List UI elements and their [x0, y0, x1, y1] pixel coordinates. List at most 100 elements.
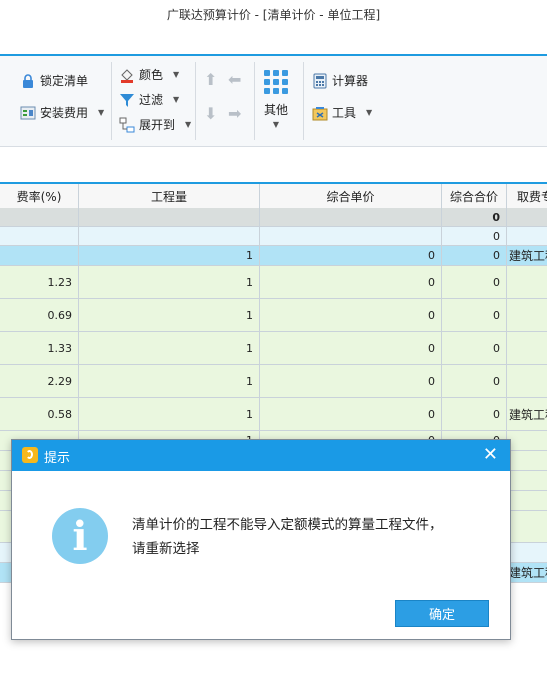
quantity-cell[interactable] [79, 208, 260, 226]
separator [111, 62, 112, 140]
fee-category-cell[interactable] [507, 431, 547, 450]
rate-cell[interactable]: 0.69 [0, 299, 79, 331]
install-fee-button[interactable]: 安装费用 ▼ [20, 104, 104, 121]
fee-category-cell[interactable] [507, 511, 547, 542]
total-cell[interactable]: 0 [442, 227, 507, 245]
rate-cell[interactable] [0, 246, 79, 265]
header-unit-price[interactable]: 综合单价 [260, 184, 442, 208]
move-left-icon[interactable]: ⬅ [228, 70, 241, 89]
rate-cell[interactable]: 1.33 [0, 332, 79, 364]
quantity-cell[interactable]: 1 [79, 365, 260, 397]
rate-cell[interactable] [0, 227, 79, 245]
alert-dialog: 提示 ✕ i 清单计价的工程不能导入定额模式的算量工程文件， 请重新选择 确定 [11, 439, 511, 640]
header-fee-category[interactable]: 取费专业 [507, 184, 547, 208]
fee-category-cell[interactable]: 建筑工程 [507, 563, 547, 582]
ribbon-toolbar: 锁定清单 安装费用 ▼ 颜色 ▼ 过滤 ▼ 展开到 ▼ ⬆ ⬅ ⬇ ➡ 其他 ▼… [0, 56, 547, 147]
fee-category-cell[interactable] [507, 543, 547, 562]
rate-cell[interactable]: 1.23 [0, 266, 79, 298]
dialog-message-line1: 清单计价的工程不能导入定额模式的算量工程文件， [132, 517, 443, 533]
table-row[interactable]: 0.69 1 0 0 [0, 299, 547, 332]
table-row[interactable]: 100建筑工程 [0, 246, 547, 266]
fee-category-cell[interactable] [507, 266, 547, 298]
table-row[interactable]: 1.23 1 0 0 [0, 266, 547, 299]
fee-category-cell[interactable]: 建筑工程 [507, 246, 547, 265]
move-right-icon[interactable]: ➡ [228, 104, 241, 123]
other-label: 其他 [263, 103, 288, 117]
table-row[interactable]: 1.33 1 0 0 [0, 332, 547, 365]
tree-expand-icon [119, 117, 135, 133]
window-title: 广联达预算计价 - [清单计价 - 单位工程] [166, 8, 381, 22]
expand-to-button[interactable]: 展开到 ▼ [119, 116, 191, 133]
unit-price-cell[interactable]: 0 [260, 398, 442, 430]
total-cell[interactable]: 0 [442, 332, 507, 364]
other-button[interactable]: 其他 ▼ [262, 68, 290, 129]
quantity-cell[interactable]: 1 [79, 246, 260, 265]
rate-cell[interactable]: 2.29 [0, 365, 79, 397]
table-row[interactable]: 2.29 1 0 0 [0, 365, 547, 398]
quantity-cell[interactable]: 1 [79, 266, 260, 298]
fee-category-cell[interactable]: 建筑工程 [507, 398, 547, 430]
move-down-icon[interactable]: ⬇ [204, 104, 217, 123]
grid-apps-icon [262, 68, 290, 99]
total-cell[interactable]: 0 [442, 398, 507, 430]
unit-price-cell[interactable]: 0 [260, 246, 442, 265]
fee-category-cell[interactable] [507, 471, 547, 490]
fee-category-cell[interactable] [507, 208, 547, 226]
total-cell[interactable]: 0 [442, 266, 507, 298]
unit-price-cell[interactable]: 0 [260, 332, 442, 364]
header-rate[interactable]: 费率(%) [0, 184, 79, 208]
move-up-icon[interactable]: ⬆ [204, 70, 217, 89]
filter-button[interactable]: 过滤 ▼ [119, 91, 179, 108]
fee-category-cell[interactable] [507, 365, 547, 397]
fee-category-cell[interactable] [507, 451, 547, 470]
chevron-down-icon: ▼ [272, 120, 280, 129]
dialog-titlebar: 提示 ✕ [12, 440, 510, 471]
filter-icon [119, 92, 135, 108]
rate-cell[interactable] [0, 208, 79, 226]
total-cell[interactable]: 0 [442, 299, 507, 331]
header-quantity[interactable]: 工程量 [79, 184, 260, 208]
separator [254, 62, 255, 140]
unit-price-cell[interactable] [260, 208, 442, 226]
chevron-down-icon: ▼ [185, 120, 192, 129]
table-row[interactable]: 0.58100建筑工程 [0, 398, 547, 431]
lock-list-button[interactable]: 锁定清单 [20, 72, 88, 89]
unit-price-cell[interactable]: 0 [260, 266, 442, 298]
unit-price-cell[interactable] [260, 227, 442, 245]
rate-cell[interactable]: 0.58 [0, 398, 79, 430]
install-fee-label: 安装费用 [40, 106, 89, 120]
paint-bucket-icon [119, 67, 135, 83]
ok-button[interactable]: 确定 [395, 600, 489, 627]
close-icon[interactable]: ✕ [483, 444, 498, 465]
info-icon: i [52, 508, 108, 564]
fee-category-cell[interactable] [507, 491, 547, 510]
total-cell[interactable]: 0 [442, 246, 507, 265]
quantity-cell[interactable]: 1 [79, 299, 260, 331]
grid-header-row: 费率(%) 工程量 综合单价 综合合价 取费专业 [0, 184, 547, 209]
calculator-button[interactable]: 计算器 [312, 72, 368, 89]
color-button[interactable]: 颜色 ▼ [119, 66, 179, 83]
color-label: 颜色 [139, 68, 164, 82]
header-total[interactable]: 综合合价 [442, 184, 507, 208]
tools-button[interactable]: 工具 ▼ [312, 104, 372, 121]
fee-category-cell[interactable] [507, 299, 547, 331]
chevron-down-icon: ▼ [98, 108, 105, 117]
total-cell[interactable]: 0 [442, 208, 507, 226]
fee-category-cell[interactable] [507, 332, 547, 364]
table-row[interactable]: 0 [0, 227, 547, 246]
quantity-cell[interactable]: 1 [79, 398, 260, 430]
lock-list-label: 锁定清单 [40, 74, 89, 88]
chevron-down-icon: ▼ [173, 95, 180, 104]
dialog-message: 清单计价的工程不能导入定额模式的算量工程文件， 请重新选择 [132, 513, 492, 561]
fee-category-cell[interactable] [507, 227, 547, 245]
quantity-cell[interactable] [79, 227, 260, 245]
total-cell[interactable]: 0 [442, 365, 507, 397]
unit-price-cell[interactable]: 0 [260, 299, 442, 331]
expand-to-label: 展开到 [139, 118, 176, 132]
unit-price-cell[interactable]: 0 [260, 365, 442, 397]
quantity-cell[interactable]: 1 [79, 332, 260, 364]
tools-icon [312, 105, 328, 121]
app-logo-icon [22, 447, 38, 463]
dialog-title: 提示 [44, 451, 71, 466]
table-row[interactable]: 0 [0, 208, 547, 227]
